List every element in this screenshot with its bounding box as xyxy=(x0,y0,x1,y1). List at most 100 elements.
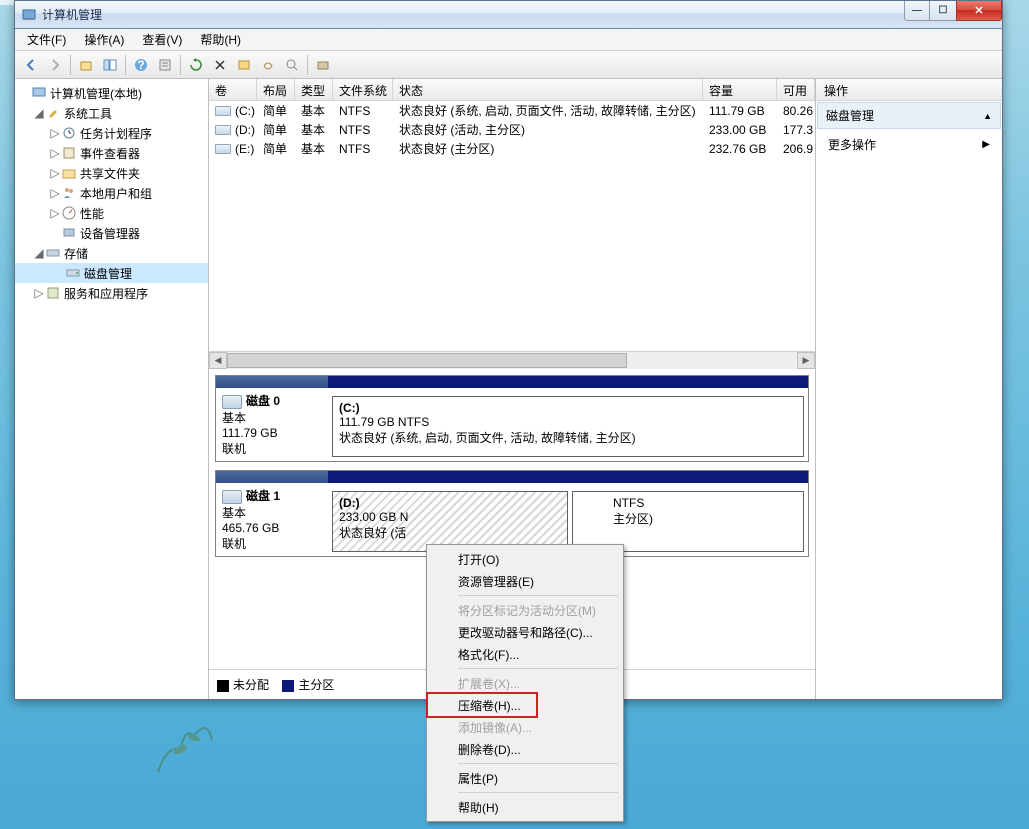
tree-device-manager[interactable]: 设备管理器 xyxy=(15,223,208,243)
tools-icon xyxy=(45,105,61,121)
tree-local-users[interactable]: ▷本地用户和组 xyxy=(15,183,208,203)
tb-icon-4[interactable] xyxy=(311,53,335,77)
ctx-mark-active: 将分区标记为活动分区(M) xyxy=(430,599,620,621)
expand-icon[interactable]: ▷ xyxy=(49,206,61,220)
actions-section-diskmgmt[interactable]: 磁盘管理 ▲ xyxy=(817,102,1001,129)
tree-performance[interactable]: ▷性能 xyxy=(15,203,208,223)
scroll-left-button[interactable]: ◀ xyxy=(209,352,227,369)
menu-help[interactable]: 帮助(H) xyxy=(192,29,249,50)
tree-root[interactable]: 计算机管理(本地) xyxy=(15,83,208,103)
context-menu: 打开(O) 资源管理器(E) 将分区标记为活动分区(M) 更改驱动器号和路径(C… xyxy=(426,544,624,822)
title-bar[interactable]: 计算机管理 — ☐ ✕ xyxy=(15,1,1002,29)
ctx-explorer[interactable]: 资源管理器(E) xyxy=(430,570,620,592)
col-layout[interactable]: 布局 xyxy=(257,79,295,100)
tb-icon-1[interactable] xyxy=(232,53,256,77)
svg-text:?: ? xyxy=(137,58,144,72)
computer-icon xyxy=(31,85,47,101)
close-button[interactable]: ✕ xyxy=(956,1,1002,21)
ctx-extend: 扩展卷(X)... xyxy=(430,672,620,694)
delete-button[interactable] xyxy=(208,53,232,77)
ctx-properties[interactable]: 属性(P) xyxy=(430,767,620,789)
volume-row[interactable]: (C:)简单基本NTFS状态良好 (系统, 启动, 页面文件, 活动, 故障转储… xyxy=(209,101,815,120)
tree-services-apps[interactable]: ▷服务和应用程序 xyxy=(15,283,208,303)
actions-header: 操作 xyxy=(816,79,1002,101)
volume-icon xyxy=(215,144,231,154)
ctx-format[interactable]: 格式化(F)... xyxy=(430,643,620,665)
expand-icon[interactable]: ▷ xyxy=(49,146,61,160)
ctx-change-drive-letter[interactable]: 更改驱动器号和路径(C)... xyxy=(430,621,620,643)
expand-icon[interactable]: ▷ xyxy=(33,286,45,300)
volume-list: 卷 布局 类型 文件系统 状态 容量 可用 (C:)简单基本NTFS状态良好 (… xyxy=(209,79,815,369)
disk-icon xyxy=(222,395,242,409)
legend-swatch-unalloc xyxy=(217,680,229,692)
back-button[interactable] xyxy=(19,53,43,77)
storage-icon xyxy=(45,245,61,261)
menu-view[interactable]: 查看(V) xyxy=(134,29,190,50)
tree-disk-management[interactable]: 磁盘管理 xyxy=(15,263,208,283)
collapse-icon[interactable]: ◢ xyxy=(33,106,45,120)
volume-icon xyxy=(215,125,231,135)
tree-pane[interactable]: 计算机管理(本地) ◢ 系统工具 ▷任务计划程序 ▷事件查看器 ▷共享文件夹 ▷… xyxy=(15,79,209,699)
actions-pane: 操作 磁盘管理 ▲ 更多操作 ▶ xyxy=(816,79,1002,699)
refresh-button[interactable] xyxy=(184,53,208,77)
partition-e[interactable]: NTFS 主分区) xyxy=(572,491,804,552)
device-icon xyxy=(61,225,77,241)
tree-system-tools[interactable]: ◢ 系统工具 xyxy=(15,103,208,123)
horizontal-scrollbar[interactable]: ◀ ▶ xyxy=(209,351,815,369)
volume-row[interactable]: (E:)简单基本NTFS状态良好 (主分区)232.76 GB206.9 xyxy=(209,139,815,158)
tree-event-viewer[interactable]: ▷事件查看器 xyxy=(15,143,208,163)
event-icon xyxy=(61,145,77,161)
collapse-icon[interactable]: ◢ xyxy=(33,246,45,260)
maximize-button[interactable]: ☐ xyxy=(929,1,957,21)
volume-icon xyxy=(215,106,231,116)
forward-button[interactable] xyxy=(43,53,67,77)
show-hide-button[interactable] xyxy=(98,53,122,77)
app-icon xyxy=(21,7,37,23)
ctx-help[interactable]: 帮助(H) xyxy=(430,796,620,818)
expand-icon[interactable]: ▷ xyxy=(49,186,61,200)
volume-list-header[interactable]: 卷 布局 类型 文件系统 状态 容量 可用 xyxy=(209,79,815,101)
scroll-right-button[interactable]: ▶ xyxy=(797,352,815,369)
menu-action[interactable]: 操作(A) xyxy=(76,29,132,50)
scroll-thumb[interactable] xyxy=(227,353,627,368)
chevron-right-icon: ▶ xyxy=(982,139,990,150)
volume-row[interactable]: (D:)简单基本NTFS状态良好 (活动, 主分区)233.00 GB177.3 xyxy=(209,120,815,139)
tree-shared-folders[interactable]: ▷共享文件夹 xyxy=(15,163,208,183)
disk-1-header: 磁盘 1 基本 465.76 GB 联机 xyxy=(216,471,328,556)
disk-icon xyxy=(65,265,81,281)
col-fs[interactable]: 文件系统 xyxy=(333,79,393,100)
ctx-shrink[interactable]: 压缩卷(H)... xyxy=(430,694,620,716)
up-button[interactable] xyxy=(74,53,98,77)
expand-icon[interactable]: ▷ xyxy=(49,166,61,180)
help-button[interactable]: ? xyxy=(129,53,153,77)
ctx-mirror: 添加镜像(A)... xyxy=(430,716,620,738)
partition-c[interactable]: (C:) 111.79 GB NTFS 状态良好 (系统, 启动, 页面文件, … xyxy=(332,396,804,457)
expand-icon[interactable]: ▷ xyxy=(49,126,61,140)
minimize-button[interactable]: — xyxy=(904,1,930,21)
tb-icon-2[interactable] xyxy=(256,53,280,77)
ctx-open[interactable]: 打开(O) xyxy=(430,548,620,570)
performance-icon xyxy=(61,205,77,221)
col-volume[interactable]: 卷 xyxy=(209,79,257,100)
properties-button[interactable] xyxy=(153,53,177,77)
window-title: 计算机管理 xyxy=(42,6,102,23)
tree-task-scheduler[interactable]: ▷任务计划程序 xyxy=(15,123,208,143)
clock-icon xyxy=(61,125,77,141)
tb-icon-3[interactable] xyxy=(280,53,304,77)
actions-more[interactable]: 更多操作 ▶ xyxy=(816,130,1002,159)
disk-0-header: 磁盘 0 基本 111.79 GB 联机 xyxy=(216,376,328,461)
menu-bar: 文件(F) 操作(A) 查看(V) 帮助(H) xyxy=(15,29,1002,51)
tree-storage[interactable]: ◢存储 xyxy=(15,243,208,263)
legend-swatch-primary xyxy=(282,680,294,692)
col-status[interactable]: 状态 xyxy=(393,79,703,100)
menu-file[interactable]: 文件(F) xyxy=(19,29,74,50)
partition-d[interactable]: (D:) 233.00 GB N 状态良好 (活 xyxy=(332,491,568,552)
disk-icon xyxy=(222,490,242,504)
ctx-delete[interactable]: 删除卷(D)... xyxy=(430,738,620,760)
col-type[interactable]: 类型 xyxy=(295,79,333,100)
col-free[interactable]: 可用 xyxy=(777,79,815,100)
col-capacity[interactable]: 容量 xyxy=(703,79,777,100)
disk-0-block[interactable]: 磁盘 0 基本 111.79 GB 联机 (C:) 111.79 GB NTFS xyxy=(215,375,809,462)
services-icon xyxy=(45,285,61,301)
folder-icon xyxy=(61,165,77,181)
